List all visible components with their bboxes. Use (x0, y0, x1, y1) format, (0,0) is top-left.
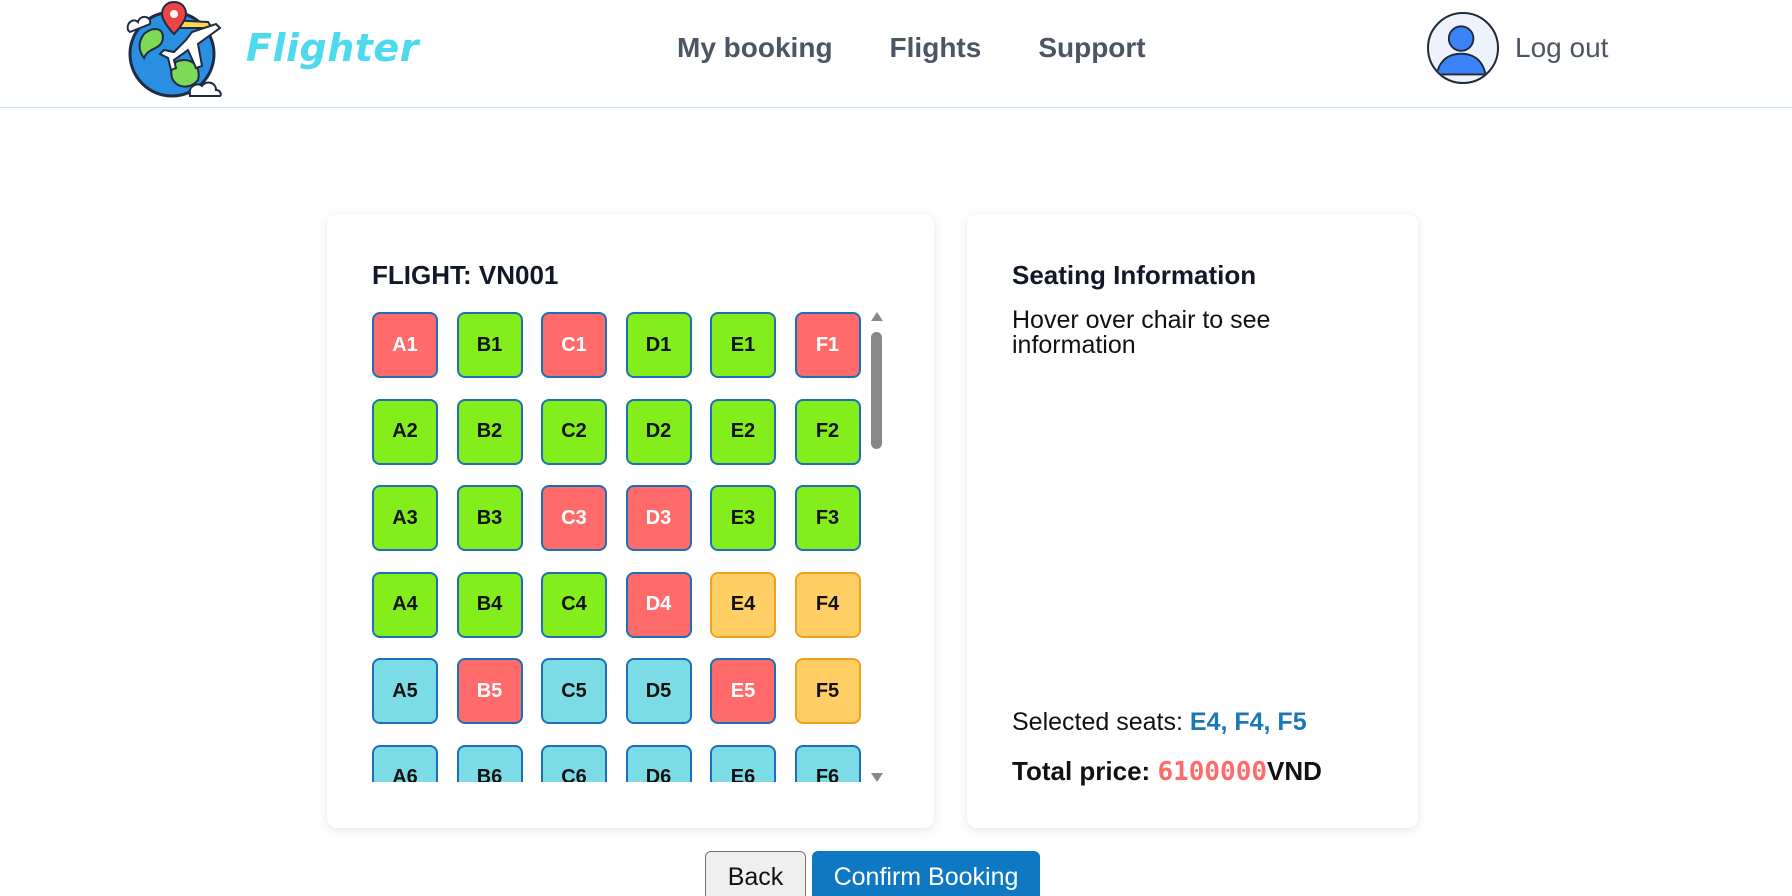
nav-support[interactable]: Support (1038, 32, 1145, 64)
main-nav: My booking Flights Support (677, 32, 1146, 64)
seat-f1[interactable]: F1 (794, 312, 861, 378)
flight-title: FLIGHT: VN001 (372, 260, 559, 290)
seat-e5[interactable]: E5 (710, 658, 776, 724)
nav-flights[interactable]: Flights (890, 32, 982, 64)
seat-d4[interactable]: D4 (625, 571, 692, 638)
seat-b2[interactable]: B2 (456, 398, 523, 465)
seat-d1[interactable]: D1 (625, 312, 692, 378)
user-avatar-icon[interactable] (1427, 12, 1499, 84)
seat-grid: A1 B1 C1 D1 E1 F1 A2 B2 C2 D2 E2 F2 A3 B3 C3 D3 E3 F3 A4 B4… (372, 312, 862, 782)
seat-e3[interactable]: E3 (710, 485, 776, 551)
currency-label: VND (1267, 756, 1322, 786)
seat-d6[interactable]: D6 (625, 744, 692, 782)
seat-a1[interactable]: A1 (372, 312, 438, 378)
seat-a5[interactable]: A5 (372, 658, 438, 724)
scroll-thumb[interactable] (871, 332, 882, 449)
seat-c3[interactable]: C3 (541, 485, 607, 551)
seat-c1[interactable]: C1 (541, 312, 607, 378)
seat-c4[interactable]: C4 (541, 571, 607, 638)
back-button[interactable]: Back (705, 851, 806, 896)
seat-d2[interactable]: D2 (625, 398, 692, 465)
seat-e2[interactable]: E2 (710, 398, 776, 465)
seat-c2[interactable]: C2 (541, 398, 607, 465)
total-price: Total price: 6100000VND (1012, 756, 1322, 787)
total-price-value: 6100000 (1157, 757, 1268, 787)
seat-f2[interactable]: F2 (794, 398, 861, 465)
nav-my-booking[interactable]: My booking (677, 32, 833, 64)
selected-seats-label: Selected seats: (1012, 708, 1190, 736)
seat-b5[interactable]: B5 (456, 658, 523, 724)
logout-link[interactable]: Log out (1515, 32, 1608, 64)
seat-f6[interactable]: F6 (794, 744, 861, 782)
seat-b4[interactable]: B4 (456, 571, 523, 638)
seat-e6[interactable]: E6 (710, 744, 776, 782)
globe-plane-logo-icon[interactable] (122, 0, 230, 100)
selected-seats: Selected seats: E4, F4, F5 (1012, 708, 1307, 737)
seat-b3[interactable]: B3 (456, 485, 523, 551)
seat-a4[interactable]: A4 (372, 571, 438, 638)
seat-a6[interactable]: A6 (372, 744, 438, 782)
confirm-booking-button[interactable]: Confirm Booking (812, 851, 1040, 896)
seat-d5[interactable]: D5 (625, 658, 692, 724)
seat-e4[interactable]: E4 (710, 571, 776, 638)
seat-f5[interactable]: F5 (794, 658, 861, 724)
seat-d3[interactable]: D3 (625, 485, 692, 551)
selected-seats-value: E4, F4, F5 (1189, 708, 1307, 736)
top-header: Flighter My booking Flights Support Log … (0, 0, 1792, 108)
seat-a3[interactable]: A3 (372, 485, 438, 551)
seat-b6[interactable]: B6 (456, 744, 523, 782)
seating-info-title: Seating Information (1012, 260, 1257, 290)
seating-info-hint: Hover over chair to see information (1012, 306, 1271, 359)
total-price-label: Total price: (1012, 756, 1158, 786)
seat-f4[interactable]: F4 (794, 571, 861, 638)
scroll-up-arrow-icon[interactable] (871, 312, 883, 321)
seat-c5[interactable]: C5 (541, 658, 607, 724)
seat-c6[interactable]: C6 (541, 744, 607, 782)
scroll-down-arrow-icon[interactable] (871, 773, 883, 782)
seat-map-card: FLIGHT: VN001 A1 B1 C1 D1 E1 F1 A2 B2 C2 D2 E2 F2 A3… (327, 214, 934, 828)
seat-a2[interactable]: A2 (372, 398, 438, 465)
brand-name[interactable]: Flighter (246, 26, 419, 70)
seat-e1[interactable]: E1 (710, 312, 776, 378)
seating-info-card: Seating Information Hover over chair to … (967, 214, 1418, 828)
seat-map-viewport[interactable]: A1 B1 C1 D1 E1 F1 A2 B2 C2 D2 E2 F2 A3 B3 C3 D3 E3 F3 A4 B4… (372, 312, 862, 782)
seat-map-scrollbar[interactable] (870, 312, 884, 782)
seat-b1[interactable]: B1 (456, 312, 523, 378)
seat-f3[interactable]: F3 (794, 485, 861, 551)
user-icon (1435, 25, 1487, 76)
